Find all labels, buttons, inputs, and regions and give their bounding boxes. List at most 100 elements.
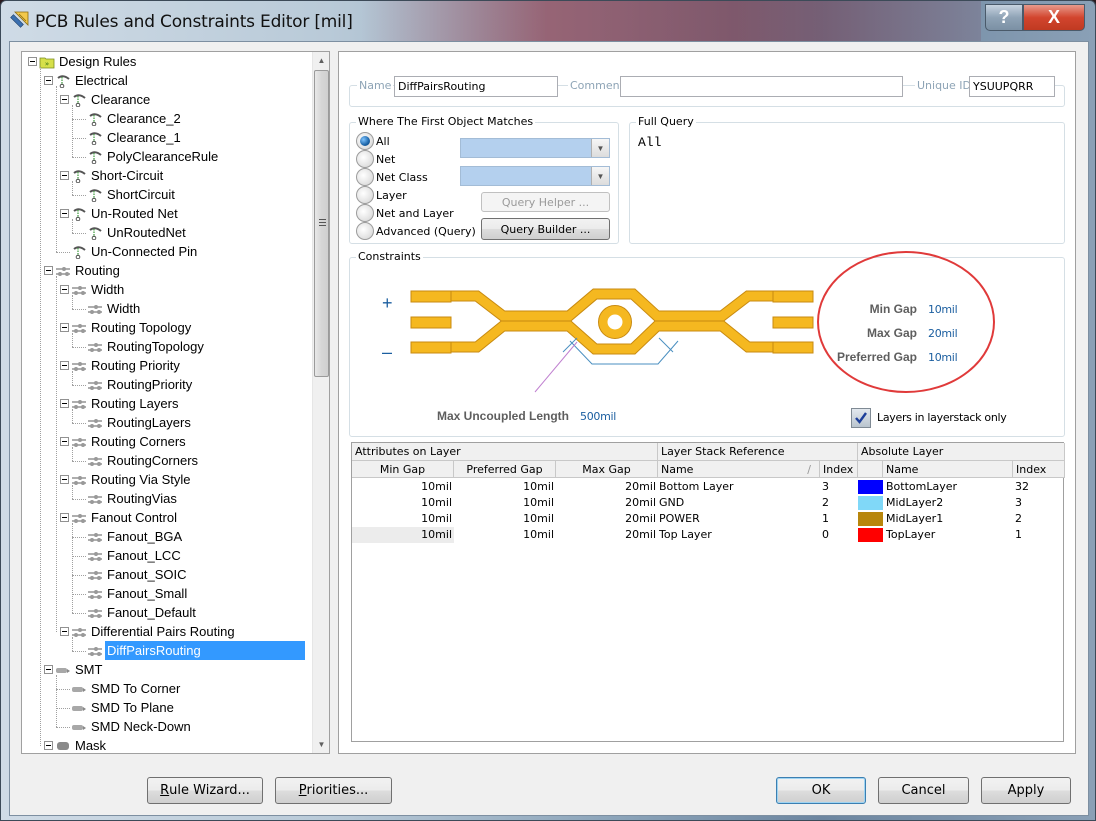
cell-max-gap[interactable]: 20mil: [556, 511, 656, 527]
tree-item[interactable]: Short-Circuit: [60, 166, 165, 185]
scrollbar-thumb[interactable]: [314, 70, 329, 377]
cell-abs-name[interactable]: BottomLayer: [886, 479, 1011, 495]
tree-item[interactable]: Routing Via Style: [60, 470, 193, 489]
tree-item[interactable]: RoutingLayers: [76, 413, 193, 432]
col-min-gap[interactable]: Min Gap: [352, 461, 454, 478]
cell-abs-index[interactable]: 32: [1015, 479, 1063, 495]
tree-item[interactable]: Fanout_BGA: [76, 527, 184, 546]
tree-item[interactable]: Fanout Control: [60, 508, 179, 527]
tree-item[interactable]: RoutingVias: [76, 489, 179, 508]
tree-item[interactable]: Routing Priority: [60, 356, 182, 375]
title-bar[interactable]: PCB Rules and Constraints Editor [mil] ?…: [1, 1, 1095, 41]
cell-abs-name[interactable]: MidLayer1: [886, 511, 1011, 527]
collapse-icon[interactable]: [60, 361, 69, 370]
collapse-icon[interactable]: [60, 513, 69, 522]
tree-scrollbar[interactable]: ▲ ▼: [312, 52, 329, 753]
tree-item[interactable]: Clearance_2: [76, 109, 183, 128]
tree-item[interactable]: RoutingPriority: [76, 375, 194, 394]
cell-abs-index[interactable]: 3: [1015, 495, 1063, 511]
max-gap-value[interactable]: 20mil: [928, 327, 958, 340]
tree-item[interactable]: Routing Topology: [60, 318, 193, 337]
collapse-icon[interactable]: [60, 627, 69, 636]
rules-tree[interactable]: » Design Rules Electrical Clearance Clearanc…: [22, 52, 313, 753]
cell-max-gap[interactable]: 20mil: [556, 527, 656, 543]
cell-abs-index[interactable]: 1: [1015, 527, 1063, 543]
tree-item[interactable]: Routing Corners: [60, 432, 188, 451]
cell-min-gap[interactable]: 10mil: [352, 527, 452, 543]
close-button[interactable]: X: [1023, 4, 1085, 31]
priorities-button[interactable]: Priorities...: [275, 777, 392, 804]
collapse-icon[interactable]: [44, 741, 53, 750]
collapse-icon[interactable]: [60, 399, 69, 408]
cell-stack-name[interactable]: POWER: [659, 511, 819, 527]
tree-item[interactable]: SMT: [44, 660, 104, 679]
cell-preferred-gap[interactable]: 10mil: [454, 495, 554, 511]
cell-stack-name[interactable]: Top Layer: [659, 527, 819, 543]
rule-wizard-button[interactable]: Rule Wizard...: [147, 777, 263, 804]
cell-stack-index[interactable]: 2: [822, 495, 856, 511]
col-abs-name[interactable]: Name: [883, 461, 1013, 478]
tree-item[interactable]: Un-Routed Net: [60, 204, 180, 223]
tree-item[interactable]: Fanout_Default: [76, 603, 198, 622]
cell-preferred-gap[interactable]: 10mil: [454, 527, 554, 543]
col-stack-name[interactable]: Name ∕: [658, 461, 820, 478]
cell-stack-index[interactable]: 1: [822, 511, 856, 527]
collapse-icon[interactable]: [28, 57, 37, 66]
tree-item[interactable]: SMD To Plane: [60, 698, 176, 717]
cell-abs-name[interactable]: TopLayer: [886, 527, 1011, 543]
cell-min-gap[interactable]: 10mil: [352, 511, 452, 527]
cell-abs-index[interactable]: 2: [1015, 511, 1063, 527]
cell-abs-name[interactable]: MidLayer2: [886, 495, 1011, 511]
scroll-up-icon[interactable]: ▲: [313, 52, 330, 69]
tree-item[interactable]: PolyClearanceRule: [76, 147, 220, 166]
tree-item[interactable]: Routing Layers: [60, 394, 180, 413]
collapse-icon[interactable]: [60, 285, 69, 294]
collapse-icon[interactable]: [44, 76, 53, 85]
collapse-icon[interactable]: [60, 475, 69, 484]
layers-in-layerstack-only-checkbox[interactable]: [851, 408, 871, 428]
tree-item[interactable]: Fanout_Small: [76, 584, 189, 603]
tree-item[interactable]: ShortCircuit: [76, 185, 177, 204]
max-uncoupled-length-value[interactable]: 500mil: [580, 410, 616, 423]
cell-stack-index[interactable]: 0: [822, 527, 856, 543]
ok-button[interactable]: OK: [776, 777, 866, 804]
apply-button[interactable]: Apply: [981, 777, 1071, 804]
tree-item[interactable]: RoutingTopology: [76, 337, 206, 356]
tree-item[interactable]: SMD To Corner: [60, 679, 182, 698]
col-abs-index[interactable]: Index: [1013, 461, 1065, 478]
scroll-down-icon[interactable]: ▼: [313, 736, 330, 753]
cell-stack-name[interactable]: Bottom Layer: [659, 479, 819, 495]
collapse-icon[interactable]: [60, 437, 69, 446]
cell-preferred-gap[interactable]: 10mil: [454, 479, 554, 495]
cell-max-gap[interactable]: 20mil: [556, 495, 656, 511]
col-preferred-gap[interactable]: Preferred Gap: [454, 461, 556, 478]
tree-item[interactable]: Width: [76, 299, 142, 318]
tree-item[interactable]: Differential Pairs Routing: [60, 622, 237, 641]
collapse-icon[interactable]: [60, 209, 69, 218]
tree-item[interactable]: Un-Connected Pin: [60, 242, 199, 261]
tree-item[interactable]: Fanout_LCC: [76, 546, 183, 565]
cell-stack-index[interactable]: 3: [822, 479, 856, 495]
min-gap-value[interactable]: 10mil: [928, 303, 958, 316]
tree-item[interactable]: RoutingCorners: [76, 451, 200, 470]
tree-item[interactable]: Width: [60, 280, 126, 299]
tree-item[interactable]: UnRoutedNet: [76, 223, 188, 242]
tree-item[interactable]: Fanout_SOIC: [76, 565, 189, 584]
collapse-icon[interactable]: [60, 95, 69, 104]
cell-min-gap[interactable]: 10mil: [352, 495, 452, 511]
collapse-icon[interactable]: [44, 266, 53, 275]
tree-item[interactable]: Clearance_1: [76, 128, 183, 147]
cancel-button[interactable]: Cancel: [878, 777, 969, 804]
cell-min-gap[interactable]: 10mil: [352, 479, 452, 495]
collapse-icon[interactable]: [60, 171, 69, 180]
col-stack-index[interactable]: Index: [820, 461, 858, 478]
help-button[interactable]: ?: [985, 4, 1023, 31]
tree-item[interactable]: DiffPairsRouting: [76, 641, 305, 660]
collapse-icon[interactable]: [60, 323, 69, 332]
tree-item[interactable]: » Design Rules: [28, 52, 138, 71]
cell-max-gap[interactable]: 20mil: [556, 479, 656, 495]
col-max-gap[interactable]: Max Gap: [556, 461, 658, 478]
tree-item[interactable]: SMD Neck-Down: [60, 717, 193, 736]
cell-preferred-gap[interactable]: 10mil: [454, 511, 554, 527]
preferred-gap-value[interactable]: 10mil: [928, 351, 958, 364]
